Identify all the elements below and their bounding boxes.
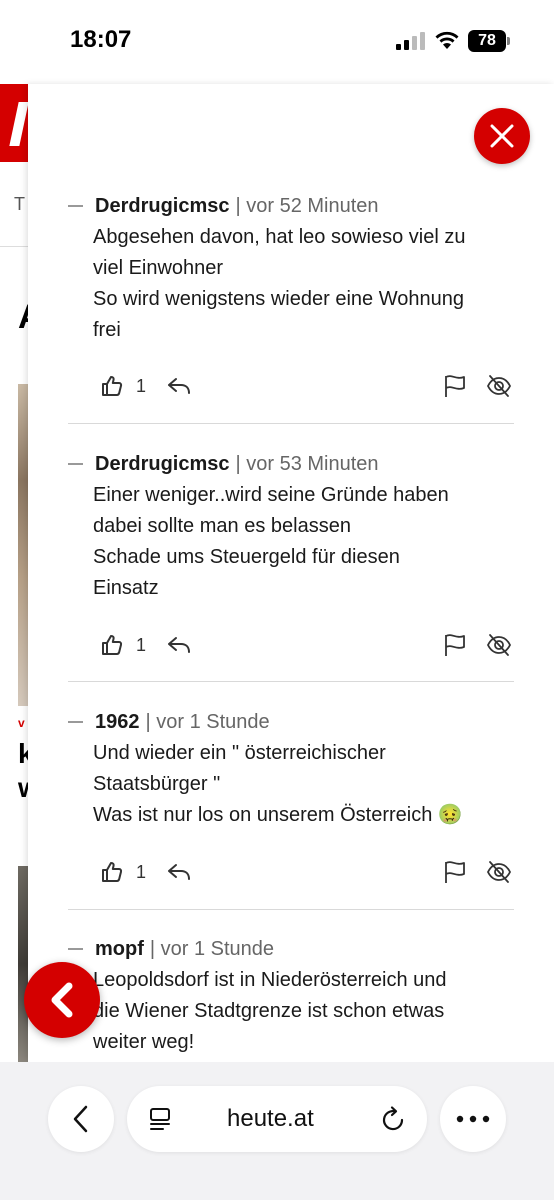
- comment-line: Staatsbürger ": [93, 773, 221, 795]
- comment-line: Abgesehen davon, hat leo sowieso viel zu: [93, 226, 466, 248]
- comment-author[interactable]: 1962: [95, 711, 140, 734]
- address-bar[interactable]: heute.at: [127, 1086, 427, 1152]
- more-button[interactable]: [440, 1086, 506, 1152]
- like-count: 1: [136, 634, 147, 655]
- background-divider: [0, 246, 30, 247]
- comment-line: weiter weg!: [93, 1031, 195, 1053]
- comment-header: Derdrugicmsc | vor 52 Minuten: [68, 192, 379, 220]
- like-count: 1: [136, 375, 147, 396]
- browser-back-button[interactable]: [48, 1086, 114, 1152]
- flag-icon: [445, 861, 465, 883]
- comment-text: Einer weniger..wird seine Gründe haben d…: [93, 480, 513, 604]
- hide-icon: [486, 861, 512, 883]
- background-nav-text: T: [14, 194, 25, 214]
- flag-icon: [445, 375, 465, 397]
- hide-button[interactable]: [486, 630, 512, 660]
- comment-text: Abgesehen davon, hat leo sowieso viel zu…: [93, 222, 513, 346]
- status-bar: 18:07 78: [0, 0, 554, 82]
- battery-tip: [507, 37, 510, 45]
- url-text: heute.at: [227, 1105, 314, 1132]
- chevron-left-icon: [51, 982, 73, 1018]
- reply-icon: [168, 637, 190, 653]
- comment-header: Derdrugicmsc | vor 53 Minuten: [68, 450, 379, 478]
- comment-actions: 1: [100, 371, 514, 401]
- comment-line: Einer weniger..wird seine Gründe haben: [93, 484, 449, 506]
- like-button[interactable]: 1: [100, 857, 146, 887]
- comment-line: Schade ums Steuergeld für diesen: [93, 546, 400, 568]
- status-time: 18:07: [70, 26, 132, 53]
- comment-divider: [68, 681, 514, 682]
- thread-dash: [68, 721, 83, 723]
- back-button[interactable]: [24, 962, 100, 1038]
- reader-icon[interactable]: [147, 1106, 173, 1132]
- comment-line: die Wiener Stadtgrenze ist schon etwas: [93, 1000, 445, 1022]
- comment-header: mopf | vor 1 Stunde: [68, 935, 274, 963]
- background-tag: v: [18, 716, 25, 730]
- like-count: 1: [136, 861, 147, 882]
- background-header-bar: [0, 84, 30, 162]
- like-button[interactable]: 1: [100, 630, 146, 660]
- comment-line: frei: [93, 319, 121, 341]
- comment-line: Was ist nur los on unserem Österreich 🤢: [93, 804, 463, 826]
- comment-author[interactable]: Derdrugicmsc: [95, 453, 230, 476]
- browser-toolbar: heute.at: [0, 1062, 554, 1200]
- close-icon: [490, 124, 514, 148]
- comment-actions: 1: [100, 857, 514, 887]
- comment-divider: [68, 909, 514, 910]
- comment-timestamp: | vor 1 Stunde: [145, 710, 270, 733]
- hide-icon: [486, 634, 512, 656]
- thumbs-up-icon: [102, 862, 123, 882]
- comment-actions: 1: [100, 630, 514, 660]
- reply-button[interactable]: [166, 857, 192, 887]
- like-button[interactable]: 1: [100, 371, 146, 401]
- reply-icon: [168, 378, 190, 394]
- comment-header: 1962 | vor 1 Stunde: [68, 708, 270, 736]
- comment-line: Einsatz: [93, 577, 159, 599]
- comment-timestamp: | vor 53 Minuten: [235, 452, 379, 475]
- thread-dash: [68, 205, 83, 207]
- comment-timestamp: | vor 1 Stunde: [149, 937, 275, 960]
- reply-icon: [168, 864, 190, 880]
- hide-icon: [486, 375, 512, 397]
- battery-indicator: 78: [468, 30, 506, 52]
- comments-panel: Derdrugicmsc | vor 52 Minuten Abgesehen …: [28, 84, 554, 1062]
- chevron-left-icon: [73, 1105, 88, 1133]
- thread-dash: [68, 463, 83, 465]
- thumbs-up-icon: [102, 635, 123, 655]
- more-icon: [456, 1115, 490, 1123]
- comment-line: viel Einwohner: [93, 257, 224, 279]
- comment-line: Leopoldsdorf ist in Niederösterreich und: [93, 969, 447, 991]
- report-button[interactable]: [442, 857, 468, 887]
- comment-line: So wird wenigstens wieder eine Wohnung: [93, 288, 464, 310]
- report-button[interactable]: [442, 630, 468, 660]
- comment-line: dabei sollte man es belassen: [93, 515, 351, 537]
- wifi-icon: [435, 31, 459, 49]
- flag-icon: [445, 634, 465, 656]
- comment-timestamp: | vor 52 Minuten: [235, 194, 379, 217]
- comment-text: Leopoldsdorf ist in Niederösterreich und…: [93, 965, 513, 1058]
- comment-text: Und wieder ein " österreichischer Staats…: [93, 738, 513, 831]
- thumbs-up-icon: [102, 376, 123, 396]
- reply-button[interactable]: [166, 371, 192, 401]
- reply-button[interactable]: [166, 630, 192, 660]
- cellular-signal-icon: [396, 32, 426, 50]
- hide-button[interactable]: [486, 371, 512, 401]
- hide-button[interactable]: [486, 857, 512, 887]
- reload-icon[interactable]: [379, 1105, 407, 1133]
- report-button[interactable]: [442, 371, 468, 401]
- thread-dash: [68, 948, 83, 950]
- comment-author[interactable]: Derdrugicmsc: [95, 195, 230, 218]
- comment-line: Und wieder ein " österreichischer: [93, 742, 386, 764]
- close-button[interactable]: [474, 108, 530, 164]
- comment-author[interactable]: mopf: [95, 938, 144, 961]
- comment-divider: [68, 423, 514, 424]
